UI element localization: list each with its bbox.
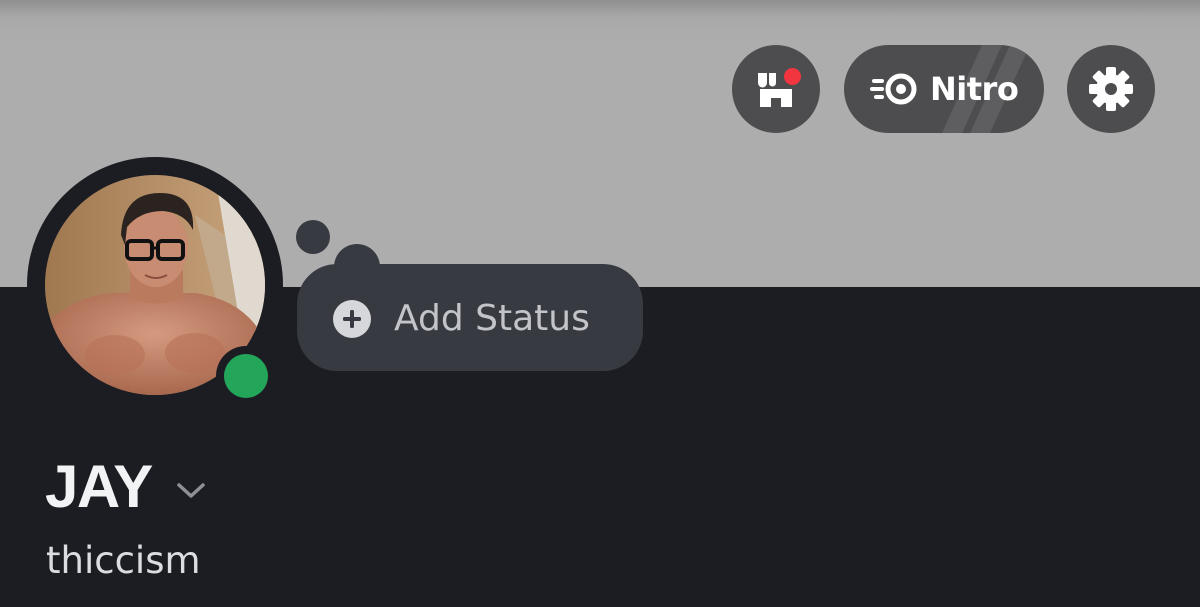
profile-screen: Nitro Add Status JAY thiccism [0, 0, 1200, 607]
nitro-label: Nitro [930, 70, 1019, 108]
add-status-button[interactable]: Add Status [297, 264, 643, 371]
settings-button[interactable] [1067, 45, 1155, 133]
avatar-ring [27, 157, 283, 413]
nitro-icon [870, 73, 917, 105]
display-name: JAY [45, 453, 153, 520]
shop-button[interactable] [732, 45, 820, 133]
presence-indicator [216, 346, 276, 406]
status-thought-dot-small [296, 220, 330, 254]
online-status-dot [224, 354, 268, 398]
add-status-label: Add Status [394, 298, 590, 339]
nitro-button[interactable]: Nitro [844, 45, 1044, 133]
display-name-row[interactable]: JAY [45, 452, 206, 522]
plus-circle-icon [333, 300, 371, 338]
gear-icon [1089, 67, 1133, 111]
username: thiccism [46, 539, 201, 582]
chevron-down-icon[interactable] [176, 481, 206, 499]
notification-dot [781, 65, 804, 88]
